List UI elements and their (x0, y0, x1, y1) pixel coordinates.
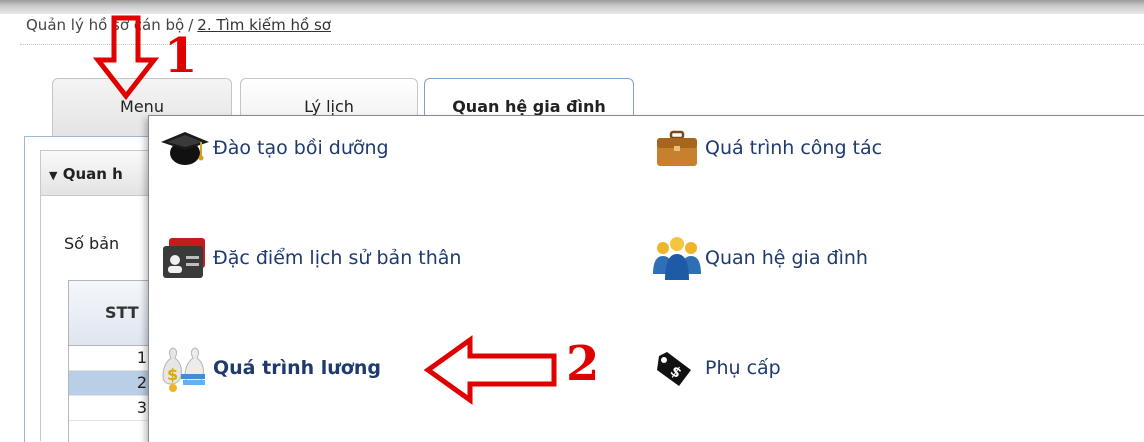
table-row-selected[interactable]: 2 (69, 371, 159, 396)
menu-item-label: Đặc điểm lịch sử bản thân (213, 247, 462, 269)
menu-item-label: Quá trình công tác (705, 137, 883, 159)
menu-dropdown: Đào tạo bồi dưỡng Quá trình công tác Đặc (148, 115, 1144, 442)
menu-item-label: Phụ cấp (705, 357, 781, 379)
step-number-1: 1 (164, 28, 198, 84)
menu-item-dao-tao[interactable]: Đào tạo bồi dưỡng (157, 118, 389, 178)
menu-item-phu-cap[interactable]: $ Phụ cấp (649, 338, 781, 398)
window-top-bar (0, 0, 1144, 14)
breadcrumb-current[interactable]: 2. Tìm kiếm hồ sơ (197, 16, 331, 34)
table-row[interactable]: 1 (69, 346, 159, 371)
graduation-cap-icon (157, 120, 213, 176)
menu-item-qua-trinh-luong[interactable]: $ Quá trình lương (157, 338, 381, 398)
price-tag-icon: $ (649, 340, 705, 396)
briefcase-icon (649, 120, 705, 176)
record-grid: STT 1 2 3 (68, 280, 159, 442)
menu-item-label: Đào tạo bồi dưỡng (213, 137, 389, 159)
id-card-icon (157, 230, 213, 286)
menu-item-label: Quá trình lương (213, 357, 381, 379)
money-bags-icon: $ (157, 340, 213, 396)
menu-item-qua-trinh-cong-tac[interactable]: Quá trình công tác (649, 118, 882, 178)
svg-text:$: $ (167, 365, 178, 384)
menu-item-label: Quan hệ gia đình (705, 247, 868, 269)
section-title: Quan h (62, 165, 123, 183)
people-group-icon (649, 230, 705, 286)
section-header[interactable]: ▼ Quan h (40, 150, 160, 196)
grid-header-stt[interactable]: STT (69, 281, 159, 346)
down-arrow-annotation-icon (92, 15, 160, 101)
records-label: Số bản (64, 234, 120, 253)
step-number-2: 2 (566, 336, 600, 392)
table-row[interactable]: 3 (69, 396, 159, 421)
menu-item-dac-diem-lich-su[interactable]: Đặc điểm lịch sử bản thân (157, 228, 461, 288)
menu-item-quan-he-gia-dinh[interactable]: Quan hệ gia đình (649, 228, 868, 288)
left-arrow-annotation-icon (424, 335, 557, 405)
collapse-triangle-icon: ▼ (49, 169, 58, 182)
